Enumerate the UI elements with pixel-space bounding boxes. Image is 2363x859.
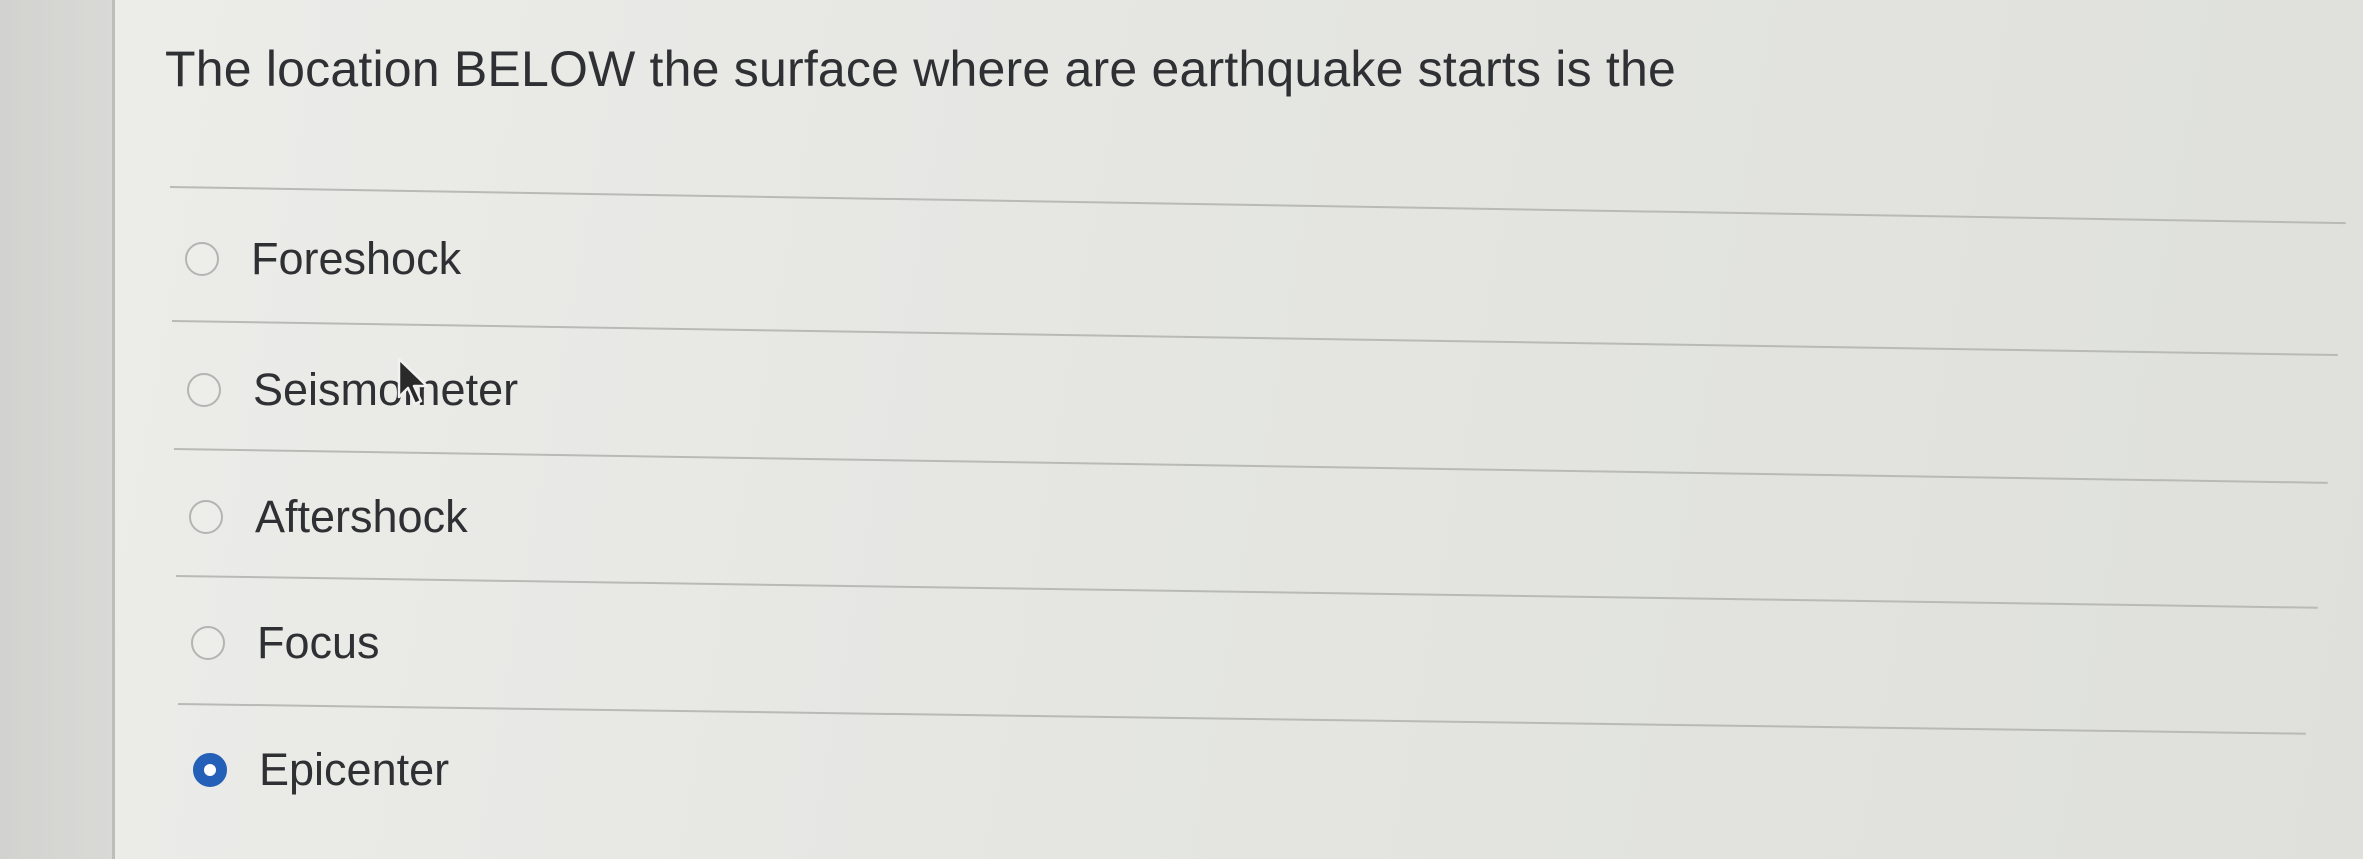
answer-option-aftershock[interactable]: Aftershock xyxy=(189,487,468,547)
option-label: Epicenter xyxy=(259,744,450,795)
radio-button[interactable] xyxy=(187,373,221,407)
option-label: Aftershock xyxy=(255,491,468,542)
left-margin xyxy=(0,0,112,859)
radio-button-selected[interactable] xyxy=(193,753,227,787)
radio-button[interactable] xyxy=(189,500,223,534)
option-label: Seismometer xyxy=(253,364,519,415)
answer-option-seismometer[interactable]: Seismometer xyxy=(187,360,518,420)
question-text: The location BELOW the surface where are… xyxy=(165,41,1676,97)
answer-option-epicenter[interactable]: Epicenter xyxy=(193,740,449,800)
radio-button[interactable] xyxy=(191,626,225,660)
mouse-cursor-icon xyxy=(397,357,429,406)
answer-option-foreshock[interactable]: Foreshock xyxy=(185,229,461,289)
radio-button[interactable] xyxy=(185,242,219,276)
answer-option-focus[interactable]: Focus xyxy=(191,613,380,673)
option-label: Foreshock xyxy=(251,233,462,284)
option-label: Focus xyxy=(257,617,380,668)
